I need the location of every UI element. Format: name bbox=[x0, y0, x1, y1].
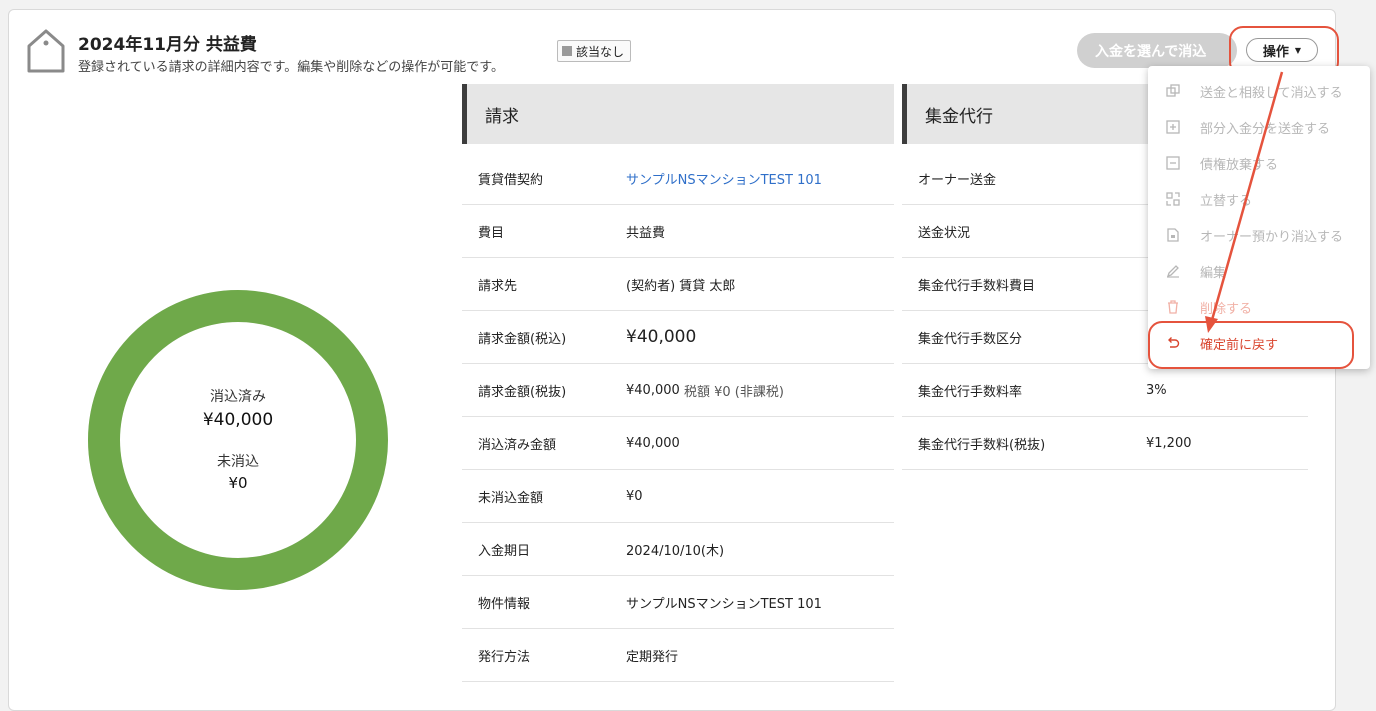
collection-row-value: 3% bbox=[1146, 382, 1167, 398]
billing-row-label: 賃貸借契約 bbox=[478, 172, 544, 188]
billing-row: 請求先 (契約者) 賃貸 太郎 bbox=[462, 258, 894, 311]
menu-item-label: 送金と相殺して消込する bbox=[1200, 85, 1343, 101]
billing-row: 物件情報 サンプルNSマンションTEST 101 bbox=[462, 576, 894, 629]
menu-item-owner-deposit-clear[interactable]: オーナー預かり消込する bbox=[1148, 217, 1370, 253]
billing-section-heading: 請求 bbox=[462, 84, 894, 144]
price-tag-icon bbox=[27, 29, 65, 73]
billing-row: 消込済み金額 ¥40,000 bbox=[462, 417, 894, 470]
menu-item-label: 削除する bbox=[1200, 301, 1253, 317]
billing-row-value: ¥40,000 bbox=[626, 327, 697, 347]
unpaid-label: 未消込 bbox=[217, 454, 259, 470]
billing-row: 入金期日 2024/10/10(木) bbox=[462, 523, 894, 576]
document-lock-icon bbox=[1166, 228, 1180, 242]
trash-icon bbox=[1166, 300, 1180, 314]
billing-row-label: 未消込金額 bbox=[478, 490, 544, 506]
minus-square-icon bbox=[1166, 156, 1180, 170]
billing-row-value: ¥40,000 bbox=[626, 435, 680, 451]
select-payment-clear-button[interactable]: 入金を選んで消込 bbox=[1077, 33, 1237, 68]
advance-icon bbox=[1166, 192, 1180, 206]
collection-row: 集金代行手数料率 3% bbox=[902, 364, 1308, 417]
menu-item-label: 編集 bbox=[1200, 265, 1227, 281]
billing-row-label: 費目 bbox=[478, 225, 505, 241]
menu-item-advance[interactable]: 立替する bbox=[1148, 181, 1370, 217]
billing-row-value: 共益費 bbox=[626, 225, 666, 241]
donut-labels: 消込済み ¥40,000 未消込 ¥0 bbox=[88, 290, 388, 590]
billing-row-tax-note: 税額 ¥0 (非課税) bbox=[684, 384, 784, 400]
billing-row-label: 請求金額(税抜) bbox=[478, 384, 567, 400]
pencil-icon bbox=[1166, 264, 1180, 278]
operation-button[interactable]: 操作 ▼ bbox=[1246, 38, 1318, 62]
menu-item-label: 立替する bbox=[1200, 193, 1253, 209]
billing-row-value: サンプルNSマンションTEST 101 bbox=[626, 596, 822, 612]
billing-row-value: 2024/10/10(木) bbox=[626, 543, 725, 559]
billing-row-value: ¥0 bbox=[626, 488, 643, 504]
billing-row: 賃貸借契約 サンプルNSマンションTEST 101 bbox=[462, 152, 894, 205]
billing-row-label: 発行方法 bbox=[478, 649, 531, 665]
undo-icon bbox=[1166, 336, 1180, 350]
billing-row-label: 請求金額(税込) bbox=[478, 331, 567, 347]
paid-value: ¥40,000 bbox=[202, 410, 274, 430]
billing-row: 未消込金額 ¥0 bbox=[462, 470, 894, 523]
collection-row-label: 集金代行手数区分 bbox=[918, 331, 1023, 347]
billing-row-label: 請求先 bbox=[478, 278, 518, 294]
menu-item-offset-clear[interactable]: 送金と相殺して消込する bbox=[1148, 73, 1370, 109]
paid-label: 消込済み bbox=[210, 389, 266, 405]
collection-row: 集金代行手数料(税抜) ¥1,200 bbox=[902, 417, 1308, 470]
unpaid-value: ¥0 bbox=[228, 474, 248, 492]
page-subtitle: 登録されている請求の詳細内容です。編集や削除などの操作が可能です。 bbox=[78, 60, 505, 75]
menu-item-delete[interactable]: 削除する bbox=[1148, 289, 1370, 325]
collection-row-value: ¥1,200 bbox=[1146, 435, 1192, 451]
status-square-icon bbox=[562, 46, 572, 56]
offset-icon bbox=[1166, 84, 1180, 98]
billing-row-value[interactable]: サンプルNSマンションTEST 101 bbox=[626, 169, 822, 188]
menu-item-edit[interactable]: 編集 bbox=[1148, 253, 1370, 289]
menu-item-label: 債権放棄する bbox=[1200, 157, 1279, 173]
collection-row-label: 集金代行手数料(税抜) bbox=[918, 437, 1046, 453]
billing-row-label: 消込済み金額 bbox=[478, 437, 557, 453]
menu-item-waive-claim[interactable]: 債権放棄する bbox=[1148, 145, 1370, 181]
billing-row: 請求金額(税込) ¥40,000 bbox=[462, 311, 894, 364]
collection-row-label: 集金代行手数料率 bbox=[918, 384, 1023, 400]
billing-row-label: 物件情報 bbox=[478, 596, 531, 612]
billing-row-value: (契約者) 賃貸 太郎 bbox=[626, 278, 736, 294]
status-badge-label: 該当なし bbox=[576, 44, 625, 59]
menu-item-label: 確定前に戻す bbox=[1200, 337, 1279, 353]
operation-button-label: 操作 bbox=[1262, 44, 1289, 60]
billing-row-value: 定期発行 bbox=[626, 649, 679, 665]
status-badge: 該当なし bbox=[557, 40, 632, 62]
billing-row: 費目 共益費 bbox=[462, 205, 894, 258]
billing-row-label: 入金期日 bbox=[478, 543, 531, 559]
operation-dropdown-menu: 送金と相殺して消込する 部分入金分を送金する 債権放棄する 立替するオーナー預かり消込… bbox=[1148, 66, 1370, 369]
menu-item-send-partial[interactable]: 部分入金分を送金する bbox=[1148, 109, 1370, 145]
plus-square-icon bbox=[1166, 120, 1180, 134]
billing-row: 請求金額(税抜) ¥40,000 税額 ¥0 (非課税) bbox=[462, 364, 894, 417]
caret-down-icon: ▼ bbox=[1294, 45, 1302, 55]
collection-row-label: 集金代行手数料費目 bbox=[918, 278, 1036, 294]
collection-row-label: オーナー送金 bbox=[918, 172, 997, 188]
collection-row-label: 送金状況 bbox=[918, 225, 971, 241]
billing-row: 発行方法 定期発行 bbox=[462, 629, 894, 682]
billing-row-value: ¥40,000 bbox=[626, 382, 680, 398]
menu-item-label: オーナー預かり消込する bbox=[1200, 229, 1344, 245]
menu-item-revert-unconfirmed[interactable]: 確定前に戻す bbox=[1148, 325, 1370, 361]
menu-item-label: 部分入金分を送金する bbox=[1200, 121, 1331, 137]
page-title: 2024年11月分 共益費 bbox=[78, 35, 257, 55]
